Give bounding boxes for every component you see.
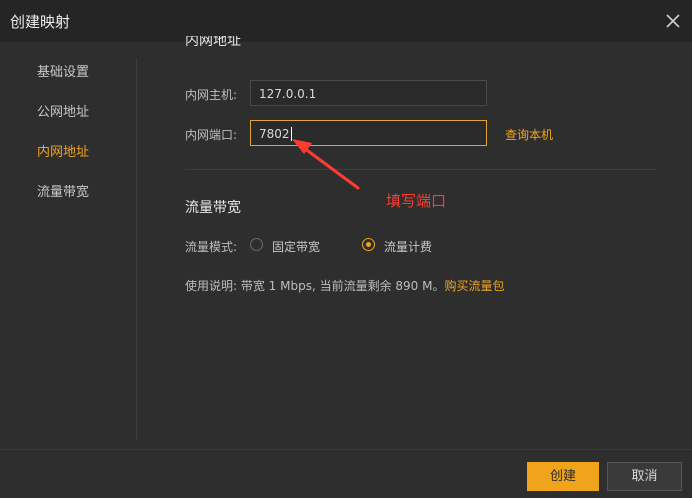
traffic-mode-label: 流量模式:: [185, 240, 238, 254]
query-local-link[interactable]: 查询本机: [505, 126, 553, 143]
create-mapping-dialog: 创建映射 基础设置 公网地址 内网地址 流量带宽 内网地址 内网主机: 127.…: [0, 0, 692, 498]
sidebar-divider: [136, 58, 137, 440]
cancel-button[interactable]: 取消: [607, 462, 682, 491]
sidebar-nav: 基础设置 公网地址 内网地址 流量带宽: [0, 42, 136, 440]
host-input[interactable]: 127.0.0.1: [250, 80, 487, 106]
host-value: 127.0.0.1: [259, 87, 317, 101]
port-input[interactable]: 7802: [250, 120, 487, 146]
radio-fixed-bandwidth[interactable]: [250, 238, 263, 251]
usage-note: 使用说明: 带宽 1 Mbps, 当前流量剩余 890 M。购买流量包: [185, 277, 505, 294]
sidebar-item-public-address[interactable]: 公网地址: [37, 101, 89, 120]
bandwidth-section-title: 流量带宽: [185, 200, 241, 216]
buy-traffic-link[interactable]: 购买流量包: [444, 279, 504, 293]
annotation-label: 填写端口: [386, 192, 447, 210]
radio-fixed-bandwidth-label[interactable]: 固定带宽: [272, 238, 320, 255]
dialog-title: 创建映射: [10, 13, 71, 31]
sidebar-item-bandwidth[interactable]: 流量带宽: [37, 181, 89, 200]
radio-traffic-billing[interactable]: [362, 238, 375, 251]
sidebar-item-intranet-address[interactable]: 内网地址: [37, 141, 89, 160]
create-button[interactable]: 创建: [527, 462, 599, 491]
host-label: 内网主机:: [185, 88, 238, 102]
footer-divider: [0, 449, 692, 450]
port-label: 内网端口:: [185, 128, 238, 142]
title-bar: 创建映射: [0, 0, 692, 42]
text-caret: [290, 127, 292, 141]
intranet-section-heading: 内网地址: [185, 36, 241, 48]
radio-traffic-billing-label[interactable]: 流量计费: [384, 238, 432, 255]
port-value: 7802: [259, 127, 290, 141]
usage-text: 使用说明: 带宽 1 Mbps, 当前流量剩余 890 M。: [185, 279, 445, 293]
close-icon: [666, 14, 680, 28]
sidebar-item-basic-settings[interactable]: 基础设置: [37, 61, 89, 80]
close-button[interactable]: [660, 8, 686, 34]
section-divider: [185, 169, 656, 170]
